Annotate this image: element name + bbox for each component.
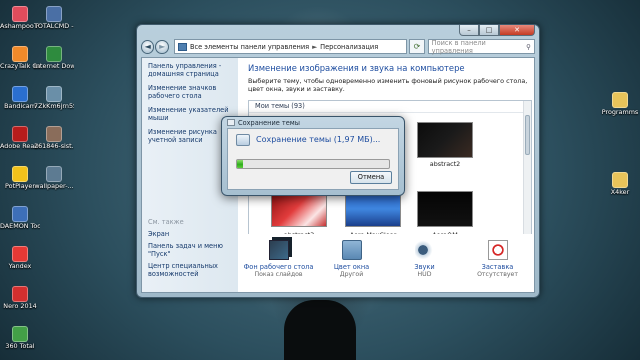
- image-file-icon: [46, 166, 62, 182]
- theme-thumbnail-abstract3[interactable]: [271, 191, 327, 227]
- theme-options-bar: Фон рабочего стола Показ слайдов Цвет ок…: [242, 234, 534, 292]
- desktop-shortcut[interactable]: 7ZkKm6jrn5S: [34, 86, 74, 111]
- page-description: Выберите тему, чтобы одновременно измени…: [248, 77, 528, 93]
- progress-fill: [237, 160, 244, 168]
- dialog-title: Сохранение темы: [238, 119, 300, 127]
- option-subtitle: Показ слайдов: [254, 271, 303, 278]
- back-button[interactable]: ◄: [141, 39, 155, 54]
- desktop-shortcut-label: DAEMON Tools Lite: [0, 223, 40, 230]
- image-file-icon: [46, 86, 62, 102]
- theme-label-abstract2[interactable]: abstract2: [410, 160, 480, 168]
- potplayer-icon: [12, 166, 28, 182]
- breadcrumb-current[interactable]: Персонализация: [320, 43, 378, 51]
- close-button[interactable]: ✕: [499, 25, 535, 36]
- desktop-shortcut-label: 261846-sist...: [34, 143, 74, 150]
- breadcrumb-separator-icon: ►: [312, 42, 318, 51]
- crazytalk-icon: [12, 46, 28, 62]
- desktop-background-icon: [268, 240, 289, 260]
- adobe-reader-icon: [12, 126, 28, 142]
- image-file-icon: [46, 126, 62, 142]
- theme-thumbnail-aero-m[interactable]: [417, 191, 473, 227]
- desktop-shortcut[interactable]: Nero 2014: [0, 286, 40, 311]
- folder-icon: [612, 92, 628, 108]
- yandex-icon: [12, 246, 28, 262]
- search-placeholder: Поиск в панели управления: [431, 38, 486, 55]
- progress-bar: [236, 159, 390, 169]
- desktop-shortcut[interactable]: Yandex: [0, 246, 40, 271]
- screensaver-icon: [487, 240, 508, 260]
- desktop-shortcut-label: Nero 2014: [3, 303, 37, 310]
- daemon-tools-icon: [12, 206, 28, 222]
- option-title[interactable]: Заставка: [463, 263, 533, 271]
- 360-total-icon: [12, 326, 28, 342]
- scrollbar-thumb[interactable]: [525, 115, 530, 155]
- desktop-shortcut[interactable]: Internet Downlo...: [34, 46, 74, 71]
- desktop-shortcut[interactable]: DAEMON Tools Lite: [0, 206, 40, 231]
- page-title: Изменение изображения и звука на компьют…: [248, 63, 465, 73]
- desktop-shortcut[interactable]: Programms: [600, 92, 640, 117]
- search-icon: ⚲: [526, 42, 532, 51]
- refresh-icon[interactable]: ⟳: [409, 39, 425, 54]
- desktop-shortcut[interactable]: TOTALCMD - Ярлык: [34, 6, 74, 31]
- wallpaper-figure-base: [284, 300, 356, 360]
- window-controls: – □ ✕: [459, 25, 535, 36]
- dialog-message: Сохранение темы (1,97 МБ)...: [256, 135, 381, 144]
- forward-button[interactable]: ►: [155, 39, 169, 54]
- dialog-app-icon: [227, 119, 235, 126]
- option-desktop-background[interactable]: Фон рабочего стола Показ слайдов: [244, 240, 314, 278]
- desktop-shortcut[interactable]: X4ker: [600, 172, 640, 197]
- see-also-title: См. также: [148, 218, 184, 226]
- option-subtitle: Другой: [339, 271, 364, 278]
- option-subtitle: HUD: [417, 271, 432, 278]
- theme-save-icon: [236, 134, 250, 146]
- sounds-icon: [414, 240, 435, 260]
- option-screensaver[interactable]: Заставка Отсутствует: [463, 240, 533, 278]
- minimize-button[interactable]: –: [459, 25, 479, 36]
- desktop-shortcut-label: 7ZkKm6jrn5S: [34, 103, 74, 110]
- desktop-shortcut-label: Yandex: [8, 263, 32, 270]
- option-title[interactable]: Фон рабочего стола: [244, 263, 314, 271]
- theme-thumbnail-abstract2[interactable]: [417, 122, 473, 158]
- internet-download-icon: [46, 46, 62, 62]
- see-also-accessibility[interactable]: Центр специальных возможностей: [148, 262, 232, 278]
- address-bar[interactable]: Все элементы панели управления ► Персона…: [173, 39, 408, 54]
- search-input[interactable]: Поиск в панели управления ⚲: [427, 38, 536, 55]
- ashampoo-icon: [12, 6, 28, 22]
- bandicam-icon: [12, 86, 28, 102]
- title-bar[interactable]: – □ ✕: [137, 25, 539, 37]
- cancel-button[interactable]: Отмена: [350, 171, 392, 184]
- desktop-shortcut[interactable]: 360 Total: [0, 326, 40, 351]
- desktop-shortcut-label: TOTALCMD - Ярлык: [34, 23, 74, 30]
- control-panel-icon: [177, 42, 187, 51]
- see-also-taskbar[interactable]: Панель задач и меню "Пуск": [148, 242, 232, 258]
- folder-icon: [612, 172, 628, 188]
- navigation-bar: ◄ ► Все элементы панели управления ► Пер…: [141, 38, 536, 55]
- floppy-icon: [46, 6, 62, 22]
- option-title[interactable]: Цвет окна: [317, 263, 387, 271]
- desktop-shortcut-label: Internet Downlo...: [34, 63, 74, 70]
- maximize-button[interactable]: □: [479, 25, 499, 36]
- sidebar-home-link[interactable]: Панель управления - домашняя страница: [148, 62, 232, 78]
- desktop-shortcut-label: Programms: [601, 109, 639, 116]
- option-window-color[interactable]: Цвет окна Другой: [317, 240, 387, 278]
- option-subtitle: Отсутствует: [477, 271, 518, 278]
- desktop-shortcut[interactable]: 261846-sist...: [34, 126, 74, 151]
- theme-thumbnail-aero-maxclear[interactable]: [345, 191, 401, 227]
- see-also-display[interactable]: Экран: [148, 230, 232, 238]
- option-title[interactable]: Звуки: [390, 263, 460, 271]
- sidebar-link-mouse-pointers[interactable]: Изменение указателей мыши: [148, 106, 232, 122]
- sidebar-link-desktop-icons[interactable]: Изменение значков рабочего стола: [148, 84, 232, 100]
- sidebar-link-account-picture[interactable]: Изменение рисунка учетной записи: [148, 128, 232, 144]
- dialog-body: Сохранение темы (1,97 МБ)... Отмена: [227, 128, 399, 190]
- desktop-shortcut[interactable]: wallpaper-...: [34, 166, 74, 191]
- window-color-icon: [341, 240, 362, 260]
- desktop-shortcut-label: wallpaper-...: [34, 183, 74, 190]
- desktop-shortcut-label: X4ker: [610, 189, 630, 196]
- nero-icon: [12, 286, 28, 302]
- desktop-shortcut-label: 360 Total: [5, 343, 35, 350]
- my-themes-header: Мои темы (93): [249, 101, 531, 113]
- breadcrumb-root[interactable]: Все элементы панели управления: [190, 43, 309, 51]
- option-sounds[interactable]: Звуки HUD: [390, 240, 460, 278]
- save-theme-dialog: Сохранение темы Сохранение темы (1,97 МБ…: [221, 116, 405, 196]
